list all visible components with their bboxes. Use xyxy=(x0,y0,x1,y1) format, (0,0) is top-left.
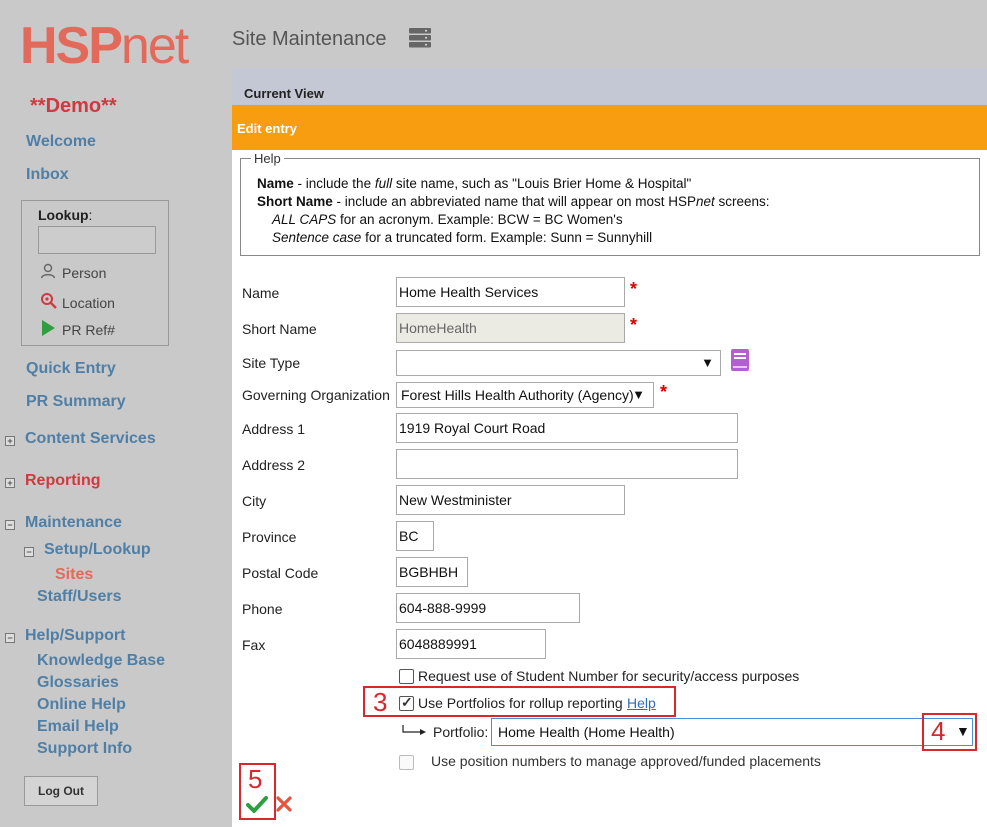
required-marker: * xyxy=(630,279,638,299)
short-name-input[interactable]: HomeHealth xyxy=(396,313,625,343)
phone-input[interactable]: 604-888-9999 xyxy=(396,593,580,623)
province-label: Province xyxy=(242,529,297,545)
required-marker: * xyxy=(630,315,638,335)
fax-input[interactable]: 6048889991 xyxy=(396,629,546,659)
address2-label: Address 2 xyxy=(242,457,306,473)
lookup-location[interactable]: Location xyxy=(40,292,115,313)
edit-entry-bar: Edit entry xyxy=(232,105,987,150)
play-icon xyxy=(40,319,62,340)
short-name-label: Short Name xyxy=(242,321,317,337)
callout-number-4: 4 xyxy=(931,716,946,746)
help-line-sentence: Sentence case for a truncated form. Exam… xyxy=(272,230,653,245)
fax-label: Fax xyxy=(242,637,266,653)
city-label: City xyxy=(242,493,267,509)
phone-label: Phone xyxy=(242,601,283,617)
current-view-label: Current View xyxy=(244,86,324,101)
position-numbers-label: Use position numbers to manage approved/… xyxy=(431,753,821,769)
help-line-short-name: Short Name - include an abbreviated name… xyxy=(257,194,770,209)
nav-knowledge-base[interactable]: Knowledge Base xyxy=(37,652,165,670)
collapse-icon[interactable]: − xyxy=(5,520,15,530)
nav-welcome[interactable]: Welcome xyxy=(26,133,96,151)
governing-org-label: Governing Organization xyxy=(242,387,390,403)
postal-code-input[interactable]: BGBHBH xyxy=(396,557,468,587)
name-input[interactable]: Home Health Services xyxy=(396,277,625,307)
nav-inbox[interactable]: Inbox xyxy=(26,166,69,184)
hspnet-logo[interactable]: HSPnet xyxy=(20,20,189,72)
nav-online-help[interactable]: Online Help xyxy=(37,696,126,714)
demo-label: **Demo** xyxy=(30,95,117,117)
sidebar: HSPnet **Demo** Welcome Inbox Lookup: Pe… xyxy=(0,0,198,827)
expand-icon[interactable]: + xyxy=(5,478,15,488)
student-number-label: Request use of Student Number for securi… xyxy=(418,668,800,684)
student-number-checkbox[interactable] xyxy=(399,669,414,684)
nav-reporting[interactable]: Reporting xyxy=(25,472,101,490)
nav-pr-summary[interactable]: PR Summary xyxy=(26,393,126,411)
nav-content-services[interactable]: Content Services xyxy=(25,430,156,448)
chevron-down-icon: ▼ xyxy=(701,355,714,370)
logout-button[interactable]: Log Out xyxy=(24,776,98,806)
chevron-down-icon: ▼ xyxy=(632,387,645,402)
lookup-person[interactable]: Person xyxy=(40,263,106,282)
required-marker: * xyxy=(660,382,668,402)
address2-input[interactable] xyxy=(396,449,738,479)
city-input[interactable]: New Westminister xyxy=(396,485,625,515)
current-view-bar: Current View xyxy=(232,68,987,105)
province-input[interactable]: BC xyxy=(396,521,434,551)
callout-number-3: 3 xyxy=(373,687,388,717)
portfolio-select[interactable]: Home Health (Home Health) xyxy=(491,718,973,746)
nav-help-support[interactable]: Help/Support xyxy=(25,627,125,645)
collapse-icon[interactable]: − xyxy=(24,547,34,557)
collapse-icon[interactable]: − xyxy=(5,633,15,643)
site-type-label: Site Type xyxy=(242,355,301,371)
nav-quick-entry[interactable]: Quick Entry xyxy=(26,360,116,378)
nav-sites[interactable]: Sites xyxy=(55,566,93,584)
server-icon[interactable] xyxy=(408,27,432,49)
nav-setup-lookup[interactable]: Setup/Lookup xyxy=(44,541,151,559)
name-label: Name xyxy=(242,285,280,301)
help-legend: Help xyxy=(251,151,284,166)
portfolio-label: Portfolio: xyxy=(433,724,489,740)
lookup-pr-ref[interactable]: PR Ref# xyxy=(40,319,115,340)
postal-code-label: Postal Code xyxy=(242,565,319,581)
help-line-caps: ALL CAPS for an acronym. Example: BCW = … xyxy=(272,212,623,227)
nav-email-help[interactable]: Email Help xyxy=(37,718,119,736)
site-type-select[interactable]: ▼ xyxy=(396,350,721,376)
location-search-icon xyxy=(40,292,62,313)
governing-org-select[interactable]: Forest Hills Health Authority (Agency) ▼ xyxy=(396,382,654,408)
help-line-name: Name - include the full site name, such … xyxy=(257,176,692,191)
position-numbers-checkbox[interactable] xyxy=(399,755,414,770)
nav-maintenance[interactable]: Maintenance xyxy=(25,514,122,532)
address1-input[interactable]: 1919 Royal Court Road xyxy=(396,413,738,443)
address1-label: Address 1 xyxy=(242,421,306,437)
nav-staff-users[interactable]: Staff/Users xyxy=(37,588,121,606)
lookup-input[interactable] xyxy=(38,226,156,254)
callout-number-5: 5 xyxy=(248,764,263,794)
person-icon xyxy=(40,263,62,282)
cancel-x-icon[interactable] xyxy=(276,796,292,812)
edit-entry-label: Edit entry xyxy=(237,121,297,136)
book-icon[interactable] xyxy=(729,348,751,372)
page-title: Site Maintenance xyxy=(232,28,387,50)
help-box: Help Name - include the full site name, … xyxy=(240,151,980,256)
nav-glossaries[interactable]: Glossaries xyxy=(37,674,119,692)
callout-box-3 xyxy=(363,686,676,717)
expand-icon[interactable]: + xyxy=(5,436,15,446)
nav-support-info[interactable]: Support Info xyxy=(37,740,132,758)
lookup-box: Lookup: Person Location PR Ref# xyxy=(21,200,169,346)
return-arrow-icon xyxy=(402,724,426,736)
lookup-label: Lookup xyxy=(38,207,89,223)
